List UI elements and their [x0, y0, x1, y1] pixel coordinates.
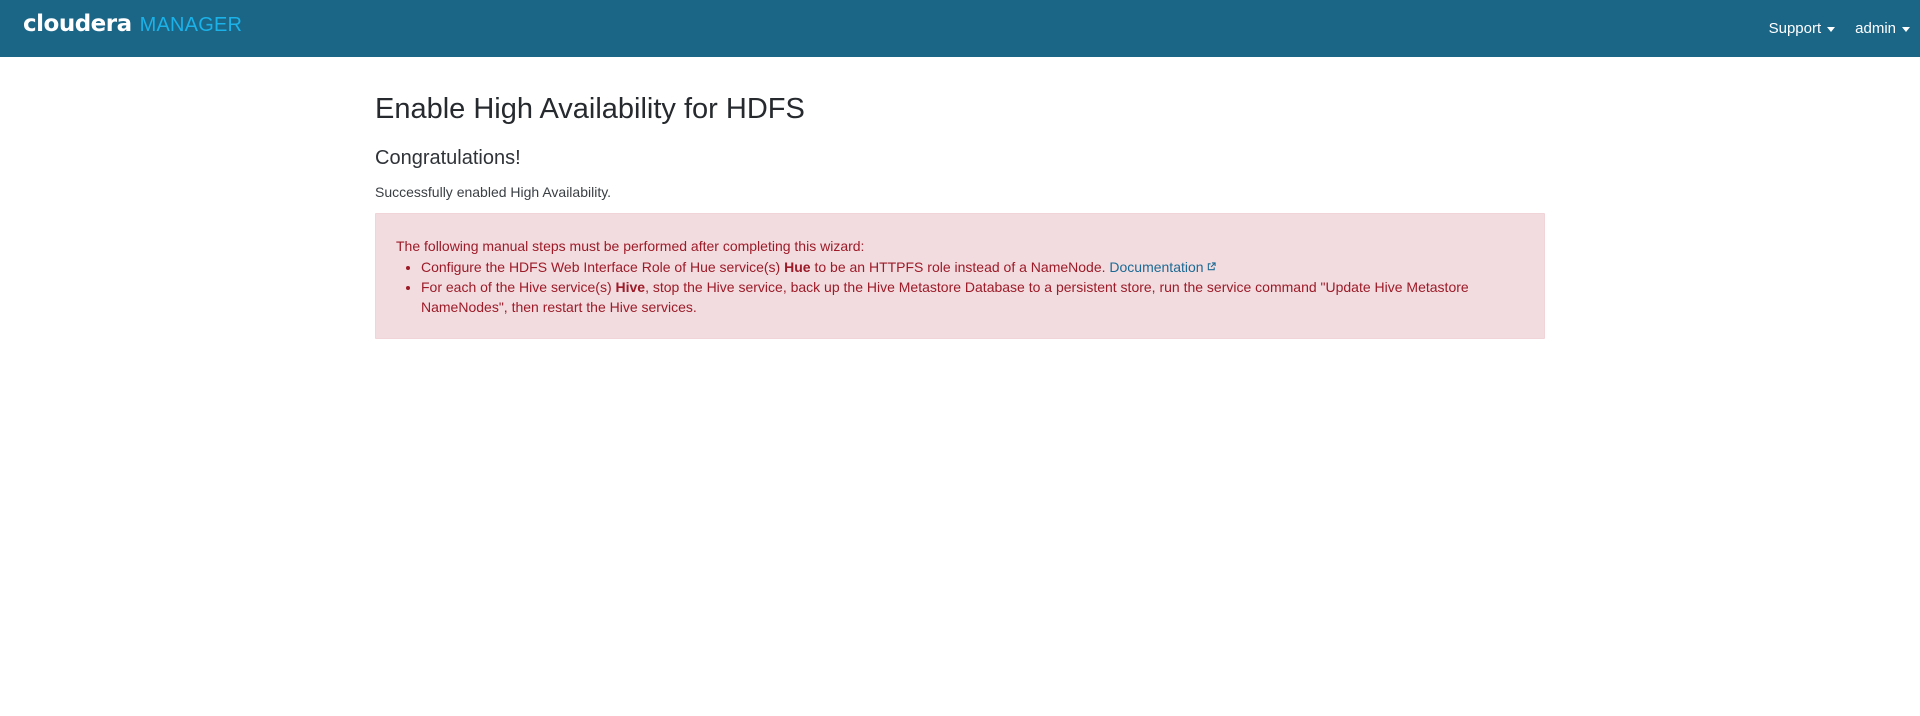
external-link-icon [1207, 256, 1216, 276]
alert-intro: The following manual steps must be perfo… [396, 238, 865, 254]
manual-steps-list: Configure the HDFS Web Interface Role of… [396, 256, 1524, 317]
page-title: Enable High Availability for HDFS [375, 93, 805, 125]
hue-service-name: Hue [784, 259, 811, 275]
logo-manager-text: MANAGER [139, 14, 243, 36]
documentation-link-label: Documentation [1109, 259, 1204, 275]
caret-down-icon [1827, 26, 1836, 32]
user-menu[interactable]: admin [1855, 20, 1910, 37]
list-item: For each of the Hive service(s) Hive, st… [421, 277, 1524, 317]
main-content: Enable High Availability for HDFS Congra… [375, 57, 1545, 339]
hive-service-name: Hive [615, 279, 646, 295]
congratulations-heading: Congratulations! [375, 147, 521, 169]
cloudera-manager-logo[interactable]: cloudera MANAGER [23, 11, 242, 41]
caret-down-icon [1902, 26, 1910, 32]
step1-text-before: Configure the HDFS Web Interface Role of… [421, 259, 785, 275]
step1-text-after: to be an HTTPFS role instead of a NameNo… [810, 259, 1110, 275]
step2-text-before: For each of the Hive service(s) [421, 279, 616, 295]
manual-steps-alert: The following manual steps must be perfo… [375, 213, 1545, 339]
list-item: Configure the HDFS Web Interface Role of… [421, 256, 1524, 277]
support-menu-label: Support [1768, 20, 1822, 37]
logo-cloudera-text: cloudera [23, 11, 132, 37]
top-navbar: cloudera MANAGER Support admin [0, 0, 1920, 57]
success-message: Successfully enabled High Availability. [375, 184, 612, 200]
user-menu-label: admin [1855, 20, 1896, 37]
documentation-link[interactable]: Documentation [1109, 256, 1216, 276]
support-menu[interactable]: Support [1769, 20, 1836, 37]
nav-right: Support admin [1749, 0, 1910, 57]
